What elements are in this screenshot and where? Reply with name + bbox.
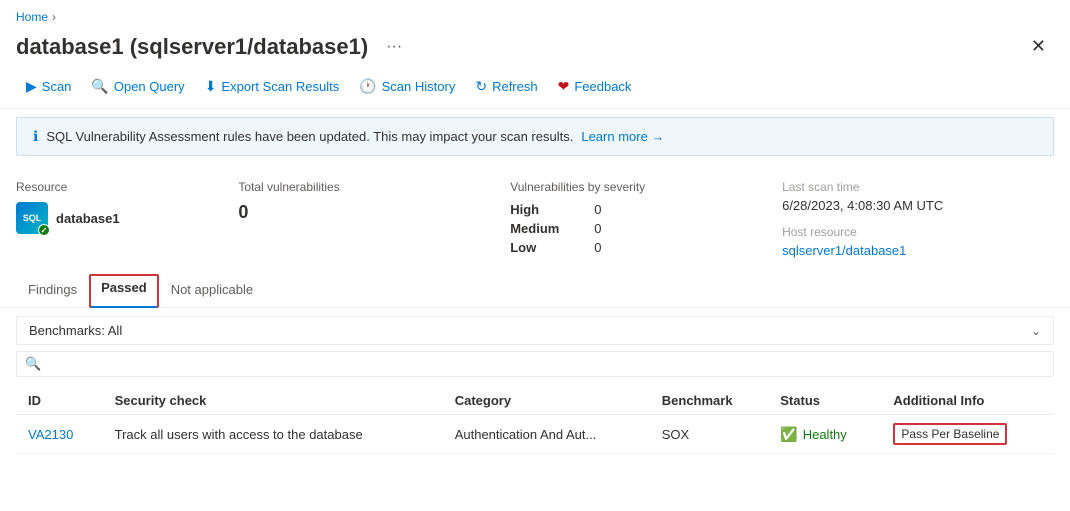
search-icon: 🔍 — [25, 356, 41, 372]
table-body: VA2130 Track all users with access to th… — [16, 415, 1054, 454]
export-icon: ⬇ — [205, 78, 217, 95]
table-header-row: ID Security check Category Benchmark Sta… — [16, 385, 1054, 415]
total-vulns-value: 0 — [238, 202, 486, 223]
scan-icon: ▶ — [26, 78, 37, 95]
column-category: Category — [443, 385, 650, 415]
ellipsis-button[interactable]: ··· — [378, 34, 410, 60]
feedback-button[interactable]: ❤ Feedback — [548, 73, 642, 100]
resource-name: database1 — [56, 211, 120, 226]
scan-history-button[interactable]: 🕐 Scan History — [349, 73, 465, 100]
severity-label: Vulnerabilities by severity — [510, 180, 758, 194]
refresh-icon: ↻ — [475, 78, 487, 95]
history-icon: 🕐 — [359, 78, 376, 95]
refresh-label: Refresh — [492, 79, 538, 94]
breadcrumb-home[interactable]: Home — [16, 10, 48, 24]
info-icon: ℹ — [33, 128, 38, 145]
column-benchmark: Benchmark — [650, 385, 769, 415]
severity-table: High 0 Medium 0 Low 0 — [510, 202, 758, 255]
export-label: Export Scan Results — [221, 79, 339, 94]
total-vulns-label: Total vulnerabilities — [238, 180, 486, 194]
severity-high-count: 0 — [594, 202, 601, 217]
banner-learn-more-link[interactable]: Learn more → — [581, 129, 664, 144]
severity-low-label: Low — [510, 240, 570, 255]
severity-high-label: High — [510, 202, 570, 217]
scan-info-block: Last scan time 6/28/2023, 4:08:30 AM UTC… — [782, 180, 1054, 258]
table-section: ID Security check Category Benchmark Sta… — [0, 385, 1070, 454]
column-security-check: Security check — [103, 385, 443, 415]
severity-block: Vulnerabilities by severity High 0 Mediu… — [510, 180, 782, 255]
table-header: ID Security check Category Benchmark Sta… — [16, 385, 1054, 415]
resource-label: Resource — [16, 180, 214, 194]
severity-medium-count: 0 — [594, 221, 601, 236]
table-row: VA2130 Track all users with access to th… — [16, 415, 1054, 454]
healthy-icon: ✅ — [780, 426, 797, 443]
last-scan-value: 6/28/2023, 4:08:30 AM UTC — [782, 198, 1030, 213]
pass-per-baseline-badge: Pass Per Baseline — [893, 423, 1007, 445]
severity-medium-row: Medium 0 — [510, 221, 758, 236]
open-query-button[interactable]: 🔍 Open Query — [81, 73, 194, 100]
feedback-label: Feedback — [574, 79, 631, 94]
banner-message: SQL Vulnerability Assessment rules have … — [46, 129, 573, 144]
tabs: Findings Passed Not applicable — [16, 274, 1054, 307]
resource-block: Resource SQL ✓ database1 — [16, 180, 238, 234]
total-vulns-block: Total vulnerabilities 0 — [238, 180, 510, 223]
info-banner: ℹ SQL Vulnerability Assessment rules hav… — [16, 117, 1054, 156]
host-resource-link[interactable]: sqlserver1/database1 — [782, 243, 906, 258]
resource-display: SQL ✓ database1 — [16, 202, 214, 234]
column-status: Status — [768, 385, 881, 415]
scan-button[interactable]: ▶ Scan — [16, 73, 81, 100]
column-id: ID — [16, 385, 103, 415]
cell-id: VA2130 — [16, 415, 103, 454]
open-query-label: Open Query — [114, 79, 185, 94]
cell-status: ✅ Healthy — [768, 415, 881, 454]
severity-low-count: 0 — [594, 240, 601, 255]
sql-icon: SQL ✓ — [16, 202, 48, 234]
breadcrumb: Home › — [0, 0, 1070, 28]
tab-passed[interactable]: Passed — [89, 274, 159, 308]
open-query-icon: 🔍 — [91, 78, 108, 95]
scan-history-label: Scan History — [382, 79, 456, 94]
results-table: ID Security check Category Benchmark Sta… — [16, 385, 1054, 454]
header: database1 (sqlserver1/database1) ··· ✕ — [0, 28, 1070, 69]
search-input[interactable] — [47, 357, 1045, 372]
severity-medium-label: Medium — [510, 221, 570, 236]
severity-high-row: High 0 — [510, 202, 758, 217]
search-box: 🔍 — [16, 351, 1054, 377]
severity-low-row: Low 0 — [510, 240, 758, 255]
last-scan-label: Last scan time — [782, 180, 1030, 194]
chevron-down-icon: ⌄ — [1031, 324, 1041, 338]
host-resource-label: Host resource — [782, 225, 1030, 239]
close-button[interactable]: ✕ — [1023, 32, 1054, 61]
toolbar: ▶ Scan 🔍 Open Query ⬇ Export Scan Result… — [0, 69, 1070, 109]
benchmark-filter[interactable]: Benchmarks: All ⌄ — [16, 316, 1054, 345]
tabs-section: Findings Passed Not applicable — [0, 266, 1070, 308]
scan-label: Scan — [42, 79, 72, 94]
cell-security-check: Track all users with access to the datab… — [103, 415, 443, 454]
sql-badge: ✓ — [38, 224, 50, 236]
column-additional-info: Additional Info — [881, 385, 1054, 415]
summary-section: Resource SQL ✓ database1 Total vulnerabi… — [0, 164, 1070, 266]
va-id-link[interactable]: VA2130 — [28, 427, 73, 442]
page-title: database1 (sqlserver1/database1) — [16, 34, 368, 60]
refresh-button[interactable]: ↻ Refresh — [465, 73, 547, 100]
cell-benchmark: SOX — [650, 415, 769, 454]
filter-section: Benchmarks: All ⌄ 🔍 — [0, 308, 1070, 385]
status-healthy: ✅ Healthy — [780, 426, 869, 443]
cell-category: Authentication And Aut... — [443, 415, 650, 454]
cell-additional-info: Pass Per Baseline — [881, 415, 1054, 454]
benchmark-filter-text: Benchmarks: All — [29, 323, 122, 338]
breadcrumb-separator: › — [52, 10, 56, 24]
tab-not-applicable[interactable]: Not applicable — [159, 274, 265, 307]
feedback-icon: ❤ — [558, 78, 570, 95]
tab-findings[interactable]: Findings — [16, 274, 89, 307]
export-scan-results-button[interactable]: ⬇ Export Scan Results — [195, 73, 350, 100]
